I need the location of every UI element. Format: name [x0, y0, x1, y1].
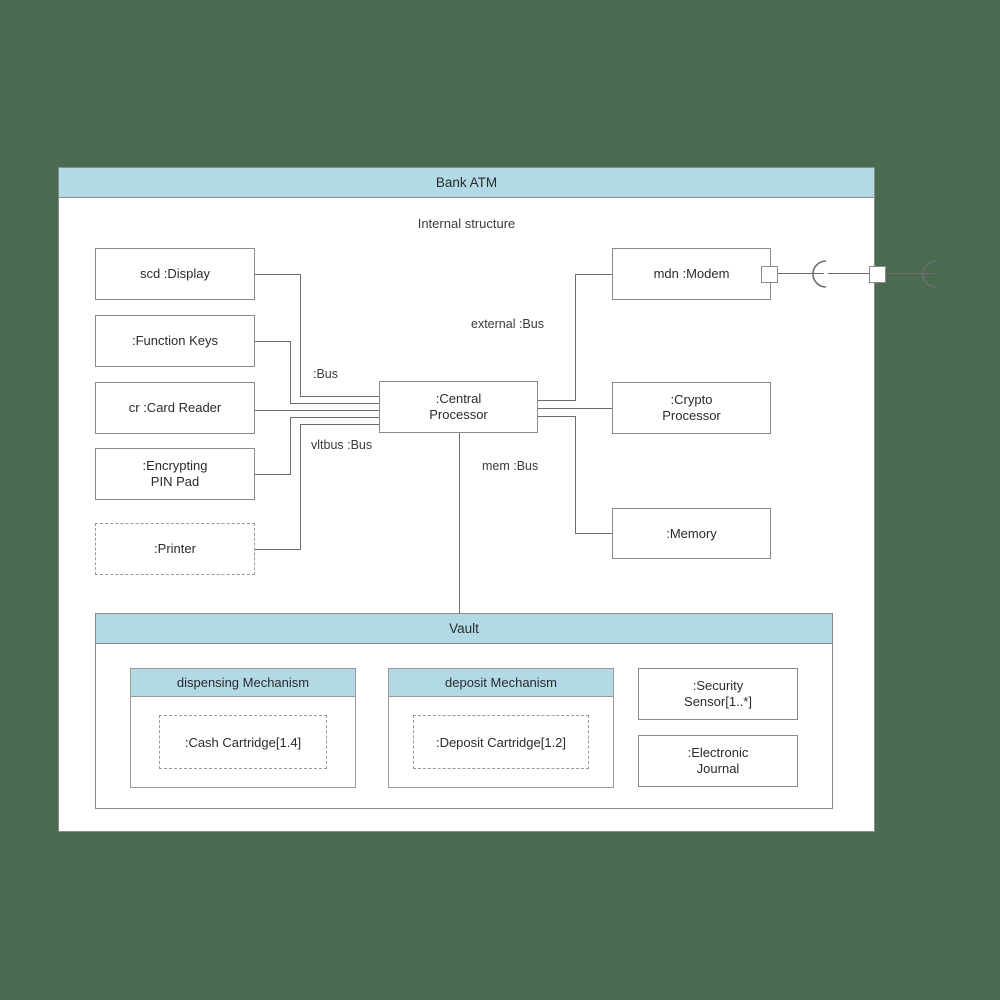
required-interface-socket-icon-2	[922, 260, 937, 288]
deposit-cartridge-label: :Deposit Cartridge[1.2]	[435, 734, 567, 750]
part-security-sensor[interactable]: :Security Sensor[1..*]	[638, 668, 798, 720]
internal-structure-label: Internal structure	[417, 216, 516, 231]
part-encrypting-pin-pad-label-line1: :Encrypting	[142, 458, 208, 473]
part-memory-label: :Memory	[666, 525, 717, 541]
security-sensor-label-line2: Sensor[1..*]	[684, 694, 752, 709]
connector-modem-v	[575, 274, 576, 401]
part-electronic-journal[interactable]: :Electronic Journal	[638, 735, 798, 787]
part-crypto-processor-label-line1: :Crypto	[670, 392, 713, 407]
connector-functionkeys-h2	[290, 403, 380, 404]
part-central-processor-label-line1: :Central	[435, 391, 482, 406]
vault-title-bar: Vault	[96, 614, 832, 644]
part-encrypting-pin-pad-label-line2: PIN Pad	[150, 474, 200, 489]
dispensing-mechanism-title-bar: dispensing Mechanism	[131, 669, 355, 697]
connector-memory-h1	[537, 416, 576, 417]
bank-atm-boundary-port[interactable]	[869, 266, 886, 283]
part-printer[interactable]: :Printer	[95, 523, 255, 575]
vault-title: Vault	[449, 621, 479, 636]
connector-functionkeys-v	[290, 341, 291, 404]
bank-atm-title: Bank ATM	[435, 175, 498, 190]
part-deposit-mechanism[interactable]: deposit Mechanism :Deposit Cartridge[1.2…	[388, 668, 614, 788]
security-sensor-label-line1: :Security	[692, 678, 744, 693]
electronic-journal-label-line2: Journal	[696, 761, 740, 776]
part-central-processor[interactable]: :Central Processor	[379, 381, 538, 433]
part-function-keys[interactable]: :Function Keys	[95, 315, 255, 367]
part-crypto-processor[interactable]: :Crypto Processor	[612, 382, 771, 434]
part-crypto-processor-label-line2: Processor	[662, 408, 721, 423]
connector-label-mem: mem :Bus	[482, 459, 539, 473]
connector-crypto-h	[537, 408, 613, 409]
part-dispensing-mechanism[interactable]: dispensing Mechanism :Cash Cartridge[1.4…	[130, 668, 356, 788]
part-memory[interactable]: :Memory	[612, 508, 771, 559]
part-display[interactable]: scd :Display	[95, 248, 255, 300]
deposit-mechanism-title-bar: deposit Mechanism	[389, 669, 613, 697]
connector-pinpad-h1	[255, 474, 291, 475]
connector-pinpad-h2	[290, 417, 380, 418]
part-function-keys-label: :Function Keys	[132, 333, 218, 348]
connector-display-h2	[300, 396, 380, 397]
connector-pinpad-v	[290, 417, 291, 475]
connector-memory-v	[575, 416, 576, 534]
connector-functionkeys-h1	[255, 341, 291, 342]
connector-label-external: external :Bus	[471, 317, 544, 331]
connector-memory-h2	[575, 533, 613, 534]
cash-cartridge-label: :Cash Cartridge[1.4]	[184, 734, 302, 750]
part-modem-label: mdn :Modem	[653, 266, 730, 281]
electronic-journal-label-line1: :Electronic	[687, 745, 749, 760]
diagram-canvas: Bank ATM Internal structure:Bus vltbus …	[0, 0, 1000, 1000]
connector-display-v	[300, 274, 301, 397]
connector-cardreader-h	[255, 410, 380, 411]
modem-port[interactable]	[761, 266, 778, 283]
part-printer-label: :Printer	[154, 541, 196, 556]
connector-printer-h1	[255, 549, 301, 550]
connector-boundary-in-h	[828, 273, 871, 274]
required-interface-socket-icon-1	[812, 260, 827, 288]
part-encrypting-pin-pad[interactable]: :Encrypting PIN Pad	[95, 448, 255, 500]
connector-modem-h2	[575, 274, 613, 275]
connector-printer-h2	[300, 424, 380, 425]
part-deposit-cartridge[interactable]: :Deposit Cartridge[1.2]	[413, 715, 589, 769]
connector-printer-v	[300, 424, 301, 550]
deposit-mechanism-label: deposit Mechanism	[445, 675, 557, 690]
connector-label-vltbus: vltbus :Bus	[311, 438, 373, 452]
connector-modem-h1	[537, 400, 576, 401]
part-cash-cartridge[interactable]: :Cash Cartridge[1.4]	[159, 715, 327, 769]
dispensing-mechanism-label: dispensing Mechanism	[176, 675, 310, 690]
part-card-reader[interactable]: cr :Card Reader	[95, 382, 255, 434]
vault-frame: Vault dispensing Mechanism :Cash Cartrid…	[95, 613, 833, 809]
part-central-processor-label-line2: Processor	[429, 407, 488, 422]
connector-vault-v	[459, 433, 460, 614]
part-modem[interactable]: mdn :Modem	[612, 248, 771, 300]
bank-atm-title-bar: Bank ATM	[59, 168, 874, 198]
connector-label-bus: :Bus	[313, 367, 339, 381]
connector-display-h1	[255, 274, 301, 275]
part-display-label: scd :Display	[139, 266, 211, 281]
part-card-reader-label: cr :Card Reader	[128, 400, 222, 415]
